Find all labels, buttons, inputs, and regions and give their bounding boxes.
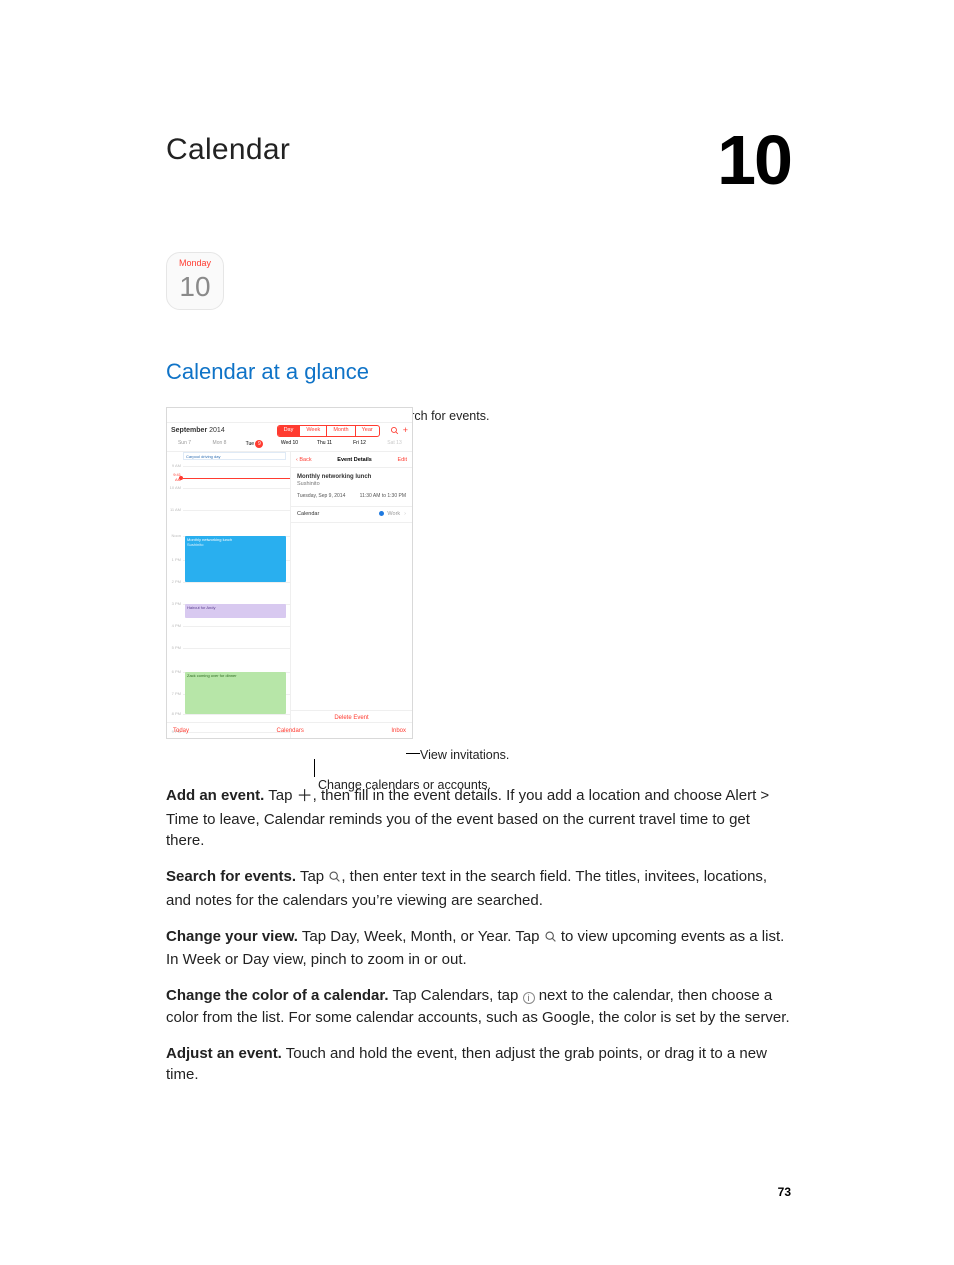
seg-week[interactable]: Week xyxy=(299,426,326,436)
hour-label: 7 PM xyxy=(167,691,183,697)
delete-event-button[interactable]: Delete Event xyxy=(291,710,412,723)
weekday[interactable]: Fri 12 xyxy=(342,438,377,450)
leader-line xyxy=(406,753,420,754)
info-icon: i xyxy=(523,992,535,1004)
details-calendar-row[interactable]: Calendar Work › xyxy=(291,507,412,524)
event-title: Haircut for Andy xyxy=(187,605,284,611)
search-icon xyxy=(544,928,557,950)
details-date: Tuesday, Sep 9, 2014 xyxy=(297,493,345,500)
para-adjust-event: Adjust an event. Touch and hold the even… xyxy=(166,1043,791,1087)
chapter-number: 10 xyxy=(717,110,791,212)
event-block[interactable]: Monthly networking lunch Sushinito xyxy=(185,536,286,582)
details-title: Monthly networking lunch xyxy=(297,473,406,482)
weekday[interactable]: Sun 7 xyxy=(167,438,202,450)
callout-view-invitations: View invitations. xyxy=(420,746,509,764)
hour-label: 4 PM xyxy=(167,623,183,629)
seg-year[interactable]: Year xyxy=(355,426,379,436)
event-block[interactable]: Haircut for Andy xyxy=(185,604,286,618)
add-event-icon[interactable]: + xyxy=(403,426,408,435)
bottom-bar: Today Calendars Inbox xyxy=(167,722,412,738)
ipad-screenshot: September 2014 Day Week Month Year + xyxy=(166,407,413,739)
event-block[interactable]: Zack coming over for dinner xyxy=(185,672,286,714)
section-title: Calendar at a glance xyxy=(166,356,791,388)
plus-icon: ＋ xyxy=(297,788,313,805)
event-title: Zack coming over for dinner xyxy=(187,673,284,679)
allday-event[interactable]: Carpool driving day xyxy=(183,452,286,460)
para-change-view: Change your view. Tap Day, Week, Month, … xyxy=(166,926,791,972)
toolbar-row: September 2014 Day Week Month Year + xyxy=(167,423,412,438)
hour-label: 5 PM xyxy=(167,645,183,651)
today-button[interactable]: Today xyxy=(173,727,189,736)
calendar-figure: Change views. Search for events. Septemb… xyxy=(166,407,586,739)
calendar-color-dot xyxy=(379,511,384,516)
para-search: Search for events. Tap , then enter text… xyxy=(166,866,791,912)
calendars-button[interactable]: Calendars xyxy=(276,727,303,736)
status-bar xyxy=(167,408,412,423)
week-header: Sun 7 Mon 8 Tue 9 Wed 10 Thu 11 Fri 12 S… xyxy=(167,438,412,451)
hour-label: 2 PM xyxy=(167,579,183,585)
weekday[interactable]: Wed 10 xyxy=(272,438,307,450)
hour-label: 3 PM xyxy=(167,601,183,607)
row-label: Calendar xyxy=(297,511,319,519)
para-change-color: Change the color of a calendar. Tap Cale… xyxy=(166,985,791,1029)
weekday[interactable]: Thu 11 xyxy=(307,438,342,450)
event-sub: Sushinito xyxy=(187,542,284,548)
hour-label: 10 AM xyxy=(167,485,183,491)
seg-month[interactable]: Month xyxy=(326,426,354,436)
details-location: Sushinito xyxy=(297,481,406,489)
hour-label: 11 AM xyxy=(167,507,183,513)
day-timeline[interactable]: Carpool driving day 9 AM 9:41 AM 10 AM 1… xyxy=(167,452,291,738)
weekday[interactable]: Sat 13 xyxy=(377,438,412,450)
details-header: Event Details xyxy=(337,457,372,465)
weekday[interactable]: Mon 8 xyxy=(202,438,237,450)
hour-label: Noon xyxy=(167,533,183,539)
body-paragraphs: Add an event. Tap ＋, then fill in the ev… xyxy=(166,785,791,1086)
edit-button[interactable]: Edit xyxy=(398,457,407,465)
chapter-title: Calendar xyxy=(166,128,791,172)
seg-day[interactable]: Day xyxy=(278,426,300,436)
inbox-button[interactable]: Inbox xyxy=(391,727,406,736)
search-icon xyxy=(328,868,341,890)
month-year: September 2014 xyxy=(171,426,225,436)
page-number: 73 xyxy=(778,1184,791,1201)
icon-day: 10 xyxy=(179,267,210,308)
hour-label: 6 PM xyxy=(167,669,183,675)
callout-change-accounts: Change calendars or accounts. xyxy=(318,776,491,794)
weekday-today[interactable]: Tue 9 xyxy=(237,438,272,450)
row-value: Work xyxy=(387,511,400,517)
details-time: 11:30 AM to 1:30 PM xyxy=(360,493,406,500)
hour-label: 1 PM xyxy=(167,557,183,563)
hour-label: 9 AM xyxy=(167,463,183,469)
chevron-right-icon: › xyxy=(404,511,406,517)
leader-line xyxy=(314,759,315,777)
back-button[interactable]: ‹ Back xyxy=(296,457,312,465)
calendar-app-icon: Monday 10 xyxy=(166,252,224,310)
para-add-event: Add an event. Tap ＋, then fill in the ev… xyxy=(166,785,791,852)
event-details-pane: ‹ Back Event Details Edit Monthly networ… xyxy=(291,452,412,738)
view-segmented-control[interactable]: Day Week Month Year xyxy=(277,425,380,437)
hour-label: 8 PM xyxy=(167,711,183,717)
